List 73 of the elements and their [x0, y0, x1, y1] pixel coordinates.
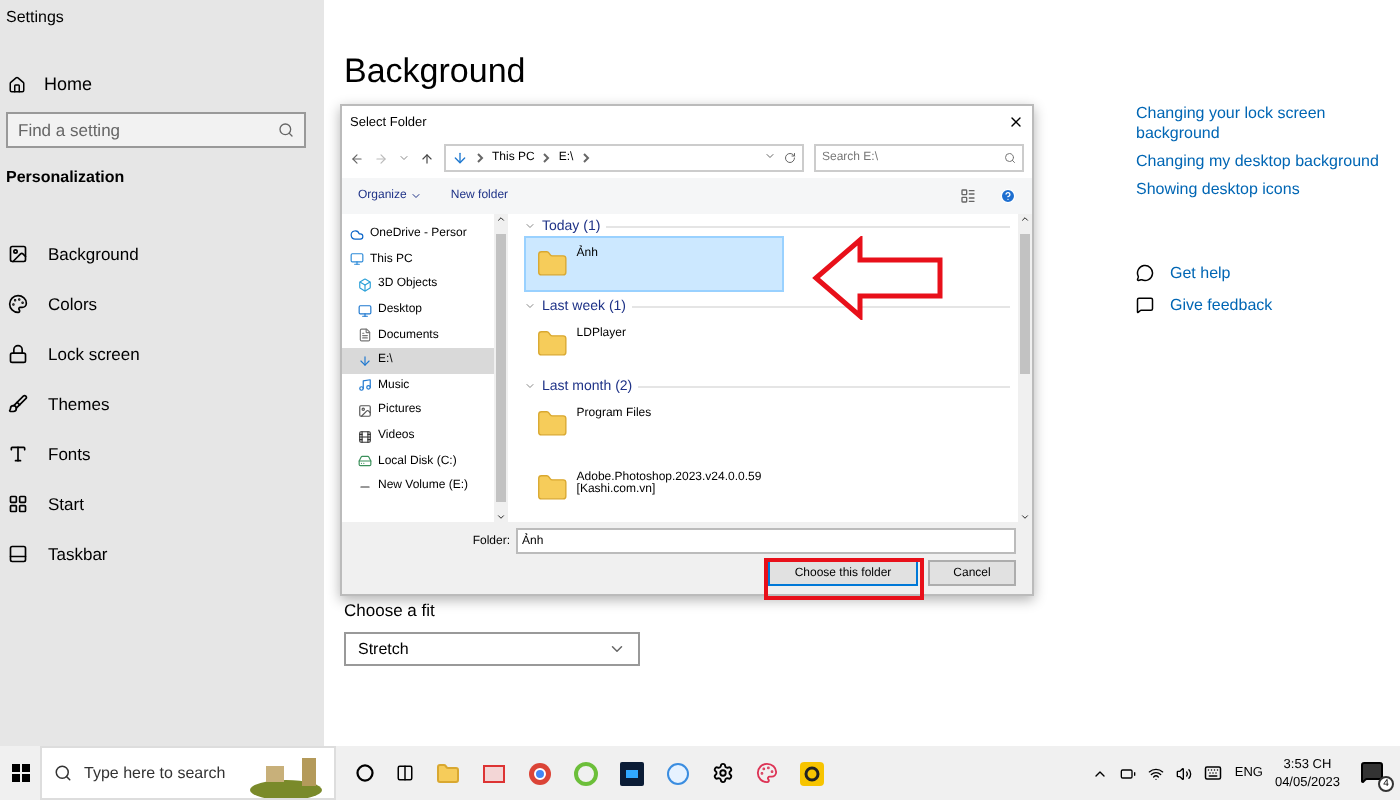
cloud-icon [350, 227, 364, 242]
search-field[interactable]: Find a setting [6, 112, 306, 148]
keyboard-icon[interactable] [1204, 764, 1223, 782]
notification-icon[interactable] [1360, 759, 1384, 783]
search-icon [278, 122, 294, 138]
sidebar-item[interactable]: Taskbar [0, 528, 324, 578]
themes-icon [8, 393, 28, 413]
help-link[interactable]: Give feedback [1136, 288, 1396, 320]
volume-icon[interactable] [1176, 765, 1193, 781]
documents-icon [358, 328, 372, 343]
browser-icon[interactable] [528, 761, 552, 785]
close-icon[interactable] [1008, 114, 1024, 130]
taskbar-icon [8, 543, 28, 563]
videos-icon [358, 429, 372, 444]
window-title: Settings [4, 8, 66, 30]
taskbar-search[interactable]: Type here to search [40, 746, 336, 800]
help-icon[interactable] [1000, 188, 1016, 204]
sidebar-item[interactable]: Start [0, 478, 324, 528]
search-icon [54, 764, 72, 782]
settings-icon[interactable] [712, 762, 734, 784]
chevron-icon [764, 150, 776, 162]
lock-icon [8, 343, 28, 363]
scroll-up-icon[interactable] [496, 214, 506, 224]
chevron-icon [581, 152, 590, 164]
help-link[interactable]: Changing my desktop background [1136, 152, 1396, 172]
palette-icon[interactable] [756, 762, 778, 784]
chat-icon [1136, 263, 1154, 281]
up-icon[interactable] [420, 151, 434, 165]
scrollbar[interactable] [1018, 214, 1032, 522]
help-link[interactable]: Showing desktop icons [1136, 180, 1396, 200]
help-link[interactable]: Changing your lock screen background [1136, 104, 1396, 144]
home-link[interactable]: Home [0, 64, 324, 104]
sidebar-item[interactable]: Lock screen [0, 328, 324, 378]
palette-icon [8, 293, 28, 313]
view-icon[interactable] [960, 188, 976, 204]
cortana-icon[interactable] [356, 764, 374, 782]
feedback-icon [1136, 295, 1154, 313]
fit-dropdown[interactable]: Stretch [344, 632, 640, 666]
home-icon [8, 75, 26, 93]
search-icon [1004, 152, 1016, 164]
download-icon [452, 150, 468, 166]
page-title: Background [344, 52, 528, 92]
network-icon[interactable] [1148, 765, 1165, 781]
start-icon [8, 493, 28, 513]
refresh-icon [784, 152, 796, 164]
arrow-drawing [812, 236, 943, 320]
caret-icon [410, 190, 423, 202]
section-title: Personalization [4, 166, 127, 190]
scroll-down-icon[interactable] [1020, 512, 1030, 522]
battery-icon[interactable] [1120, 765, 1137, 781]
image-icon [8, 243, 28, 263]
pc-icon [350, 252, 364, 267]
task-view-icon[interactable] [396, 764, 414, 782]
download-icon [358, 353, 372, 368]
desktop-icon [358, 303, 372, 318]
sidebar-item[interactable]: Colors [0, 278, 324, 328]
fonts-icon [8, 443, 28, 463]
chevron-icon [476, 152, 484, 164]
sidebar-item[interactable]: Background [0, 228, 324, 278]
fit-label: Choose a fit [344, 600, 437, 620]
music-icon [358, 378, 372, 393]
windows-logo-icon[interactable] [11, 764, 29, 782]
cube-icon [358, 277, 372, 292]
help-link[interactable]: Get help [1136, 256, 1396, 288]
chevron-icon [608, 640, 626, 658]
chevron-icon [542, 152, 551, 164]
pictures-icon [358, 403, 372, 418]
scroll-down-icon[interactable] [496, 512, 506, 522]
back-icon[interactable] [350, 151, 364, 165]
scrollbar[interactable] [494, 214, 508, 522]
sidebar-item[interactable]: Themes [0, 378, 324, 428]
sidebar-item[interactable]: Fonts [0, 428, 324, 478]
scroll-up-icon[interactable] [1020, 214, 1030, 224]
